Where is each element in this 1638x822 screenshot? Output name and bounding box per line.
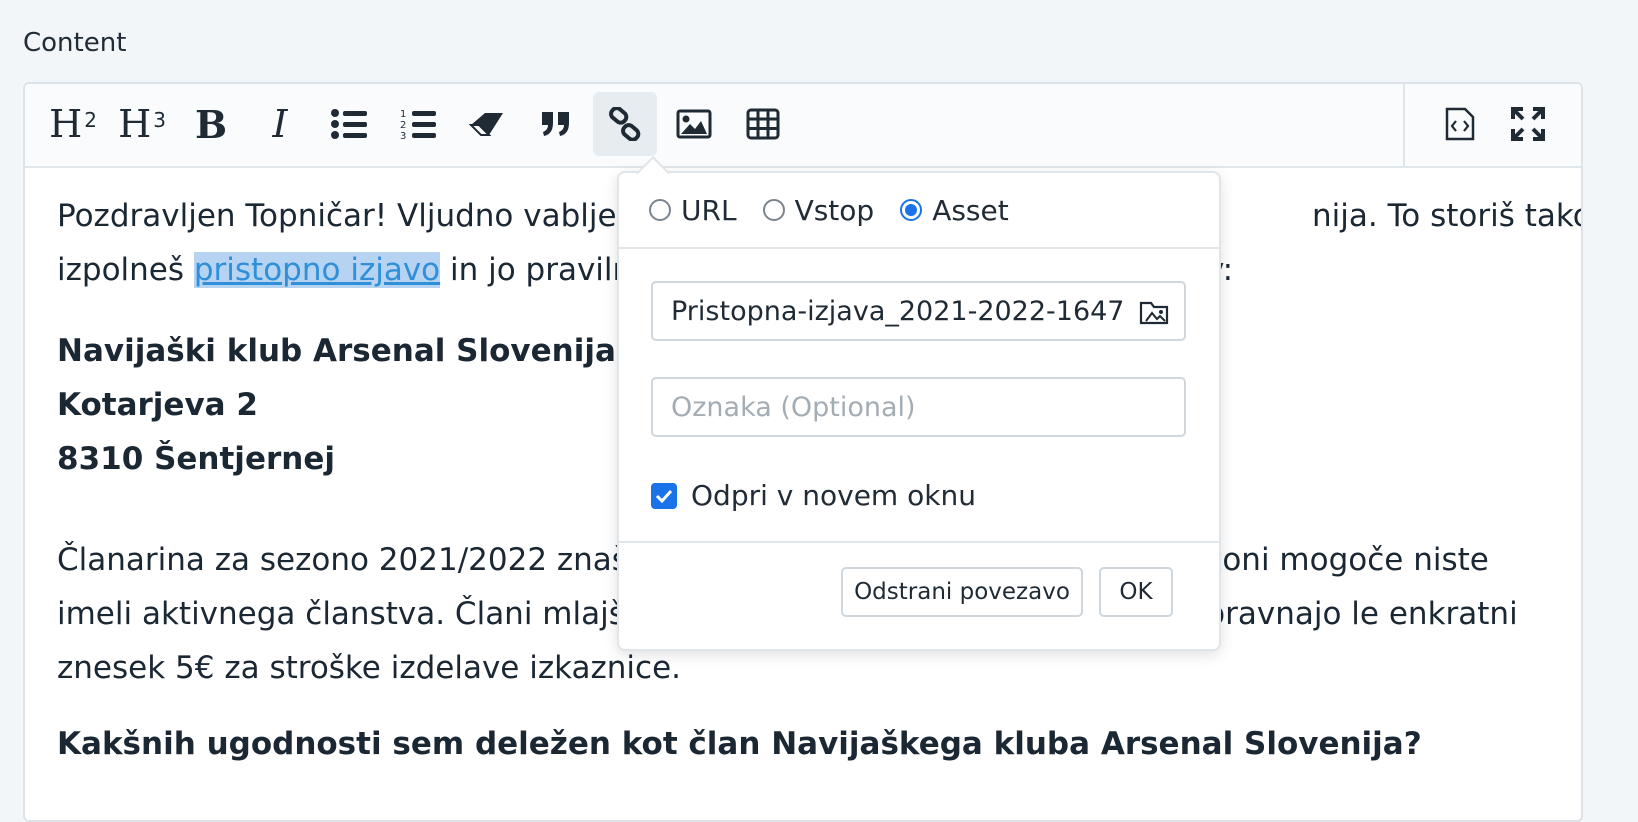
folder-image-icon <box>1139 301 1169 325</box>
popover-footer: Odstrani povezavo OK <box>619 541 1219 651</box>
heading-2-button[interactable]: H2 <box>41 92 105 156</box>
radio-asset[interactable]: Asset <box>900 194 1009 227</box>
browse-asset-button[interactable] <box>1138 295 1172 329</box>
selected-link[interactable]: pristopno izjavo <box>193 252 441 288</box>
numbered-list-icon: 123 <box>400 109 436 140</box>
bold-icon: B <box>194 101 228 147</box>
field-label: Content <box>23 28 127 58</box>
fullscreen-button[interactable] <box>1496 92 1560 156</box>
svg-text:1: 1 <box>400 109 406 120</box>
link-button[interactable] <box>593 92 657 156</box>
eraser-icon <box>469 113 503 136</box>
table-button[interactable] <box>731 92 795 156</box>
checkbox-checked[interactable] <box>651 482 677 509</box>
svg-text:3: 3 <box>400 131 406 140</box>
link-icon <box>609 107 641 141</box>
ok-button[interactable]: OK <box>1099 567 1173 617</box>
bullet-list-button[interactable] <box>317 92 381 156</box>
address-block: Navijaški klub Arsenal Slovenija Kotarje… <box>57 333 616 477</box>
blockquote-button[interactable] <box>524 92 588 156</box>
quote-icon <box>542 112 569 136</box>
remove-link-button[interactable]: Odstrani povezavo <box>841 567 1083 617</box>
asset-input[interactable]: Pristopna-izjava_2021-2022-16479 <box>651 281 1186 341</box>
clear-format-button[interactable] <box>455 92 519 156</box>
bold-button[interactable]: B <box>179 92 243 156</box>
radio-asset-dot[interactable] <box>900 199 923 221</box>
checkmark-icon <box>655 489 673 503</box>
editor-toolbar: H2 H3 B I 123 <box>25 84 1581 168</box>
code-icon <box>1445 107 1475 141</box>
section-heading: Kakšnih ugodnosti sem deležen kot član N… <box>57 726 1422 762</box>
radio-url[interactable]: URL <box>649 194 737 227</box>
image-button[interactable] <box>662 92 726 156</box>
expand-icon <box>1511 107 1545 141</box>
image-icon <box>676 109 712 139</box>
italic-button[interactable]: I <box>248 92 312 156</box>
radio-vstop[interactable]: Vstop <box>762 194 874 227</box>
svg-text:2: 2 <box>400 120 406 131</box>
radio-url-dot[interactable] <box>649 199 671 221</box>
toolbar-divider <box>1403 84 1405 166</box>
bullet-list-icon <box>331 109 367 139</box>
heading-3-button[interactable]: H3 <box>110 92 174 156</box>
link-type-selector: URL Vstop Asset <box>619 173 1219 249</box>
link-popover: URL Vstop Asset Pristopna-izjava_2021-20… <box>617 156 1221 651</box>
h3-icon: H3 <box>118 102 166 146</box>
source-code-button[interactable] <box>1427 92 1491 156</box>
h2-icon: H2 <box>49 102 97 146</box>
table-icon <box>746 108 780 140</box>
open-new-window-checkbox[interactable]: Odpri v novem oknu <box>651 479 976 512</box>
italic-icon: I <box>272 102 288 146</box>
link-label-input[interactable]: Oznaka (Optional) <box>651 377 1186 437</box>
numbered-list-button[interactable]: 123 <box>386 92 450 156</box>
radio-vstop-dot[interactable] <box>762 199 785 221</box>
